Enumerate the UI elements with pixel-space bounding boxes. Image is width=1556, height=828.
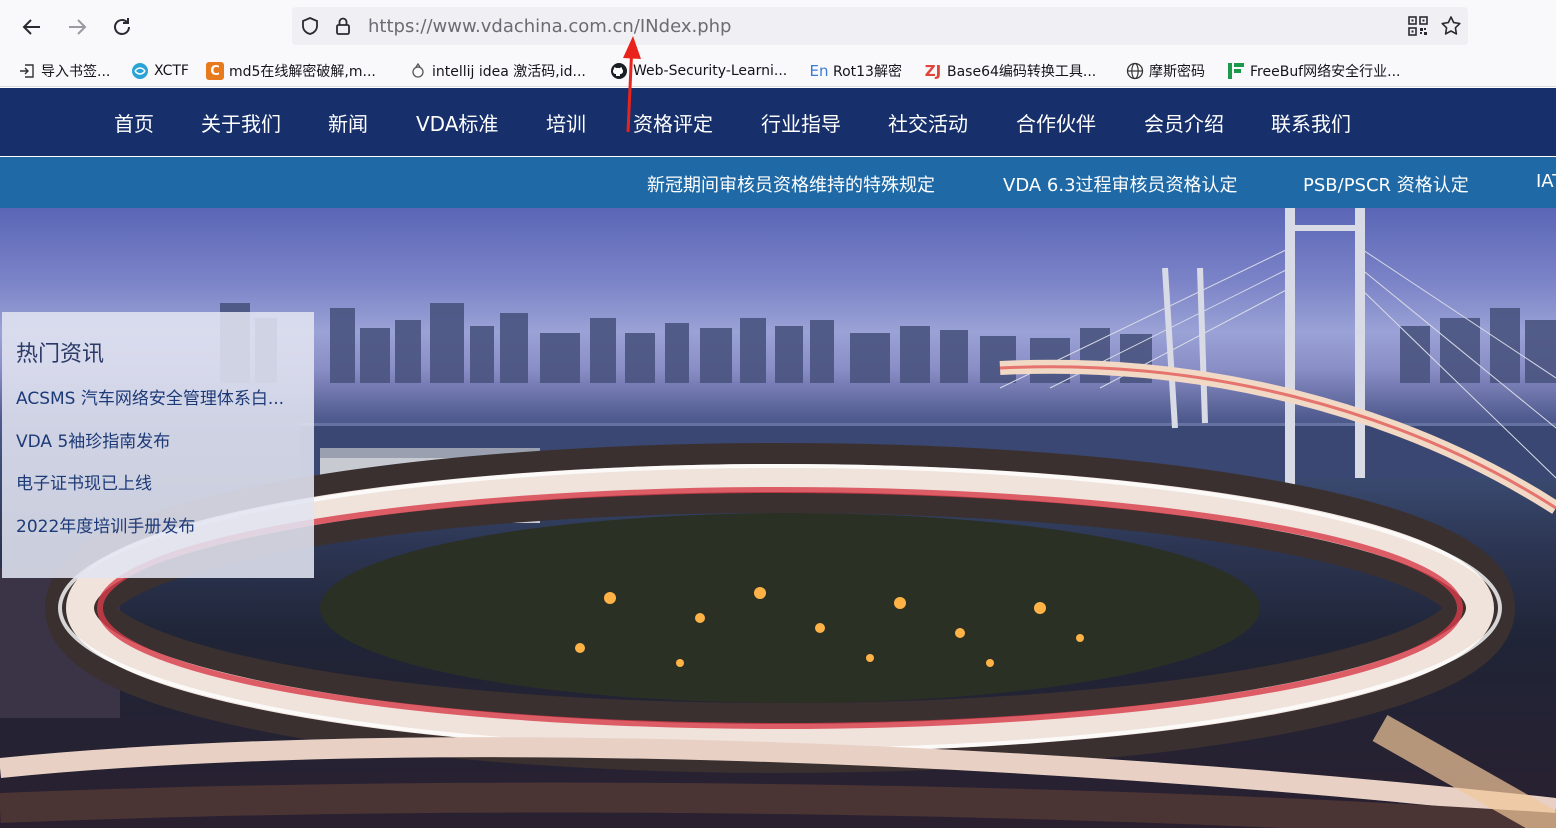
hot-news-link[interactable]: VDA 5袖珍指南发布	[16, 427, 298, 452]
reload-button[interactable]	[105, 10, 139, 44]
address-bar[interactable]: https://www.vdachina.com.cn/INdex.php	[292, 7, 1468, 45]
bookmark-label: Base64编码转换工具...	[947, 64, 1097, 80]
nav-item-about[interactable]: 关于我们	[201, 108, 281, 137]
forward-arrow-icon	[69, 19, 87, 35]
cmd5-icon: C	[206, 62, 224, 80]
nav-item-members[interactable]: 会员介绍	[1144, 108, 1224, 137]
shield-icon[interactable]	[300, 16, 320, 40]
bookmark-label: 导入书签...	[41, 64, 111, 80]
nav-item-industry-guidance[interactable]: 行业指导	[761, 108, 841, 137]
freebuf-icon	[1227, 62, 1245, 80]
bookmark-rot13[interactable]: En Rot13解密	[810, 60, 902, 82]
nav-item-social-events[interactable]: 社交活动	[888, 108, 968, 137]
bookmarks-bar: 导入书签... XCTF Cmd5在线解密破解,m... intellij id…	[0, 56, 1556, 87]
base64-icon: ZJ	[924, 62, 942, 80]
github-icon	[610, 62, 628, 80]
import-icon	[18, 62, 36, 80]
main-nav: 首页 关于我们 新闻 VDA标准 培训 资格评定 行业指导 社交活动 合作伙伴 …	[0, 88, 1556, 156]
nav-item-training[interactable]: 培训	[546, 108, 586, 137]
hot-news-title: 热门资讯	[16, 342, 105, 367]
bookmark-github[interactable]: Web-Security-Learni...	[610, 60, 787, 82]
back-button[interactable]	[15, 10, 49, 44]
xctf-icon	[131, 62, 149, 80]
bookmark-label: Rot13解密	[833, 64, 902, 80]
nav-item-contact[interactable]: 联系我们	[1271, 108, 1351, 137]
bookmark-label: 摩斯密码	[1149, 64, 1205, 80]
sub-nav: 新冠期间审核员资格维持的特殊规定 VDA 6.3过程审核员资格认定 PSB/PS…	[0, 157, 1556, 208]
hot-news-link[interactable]: 电子证书现已上线	[16, 469, 298, 494]
subnav-item[interactable]: IAT	[1536, 171, 1556, 192]
bookmark-morse[interactable]: 摩斯密码	[1126, 60, 1205, 82]
subnav-item[interactable]: VDA 6.3过程审核员资格认定	[1003, 171, 1238, 197]
url-path: INdex.php	[639, 16, 732, 37]
url-domain: https://www.vdachina.com.cn/	[368, 16, 640, 37]
nav-item-vda-standards[interactable]: VDA标准	[416, 108, 498, 137]
bookmark-label: XCTF	[154, 63, 189, 79]
forward-button[interactable]	[60, 10, 94, 44]
rot13-icon: En	[809, 62, 829, 80]
bookmark-idea[interactable]: intellij idea 激活码,id...	[409, 60, 586, 82]
url-text[interactable]: https://www.vdachina.com.cn/INdex.php	[368, 16, 731, 37]
bookmark-label: md5在线解密破解,m...	[229, 64, 376, 80]
hot-news-link[interactable]: ACSMS 汽车网络安全管理体系白...	[16, 384, 298, 409]
subnav-item[interactable]: 新冠期间审核员资格维持的特殊规定	[647, 171, 935, 197]
nav-item-qualification[interactable]: 资格评定	[633, 108, 713, 137]
browser-toolbar: https://www.vdachina.com.cn/INdex.php	[0, 0, 1556, 56]
bookmark-cmd5[interactable]: Cmd5在线解密破解,m...	[206, 60, 376, 82]
bookmark-import[interactable]: 导入书签...	[18, 60, 110, 82]
back-arrow-icon	[22, 19, 40, 35]
hot-news-link[interactable]: 2022年度培训手册发布	[16, 512, 298, 537]
bookmark-base64[interactable]: ZJ Base64编码转换工具...	[924, 60, 1097, 82]
nav-item-partners[interactable]: 合作伙伴	[1016, 108, 1096, 137]
reload-icon	[114, 18, 130, 35]
globe-icon	[1126, 62, 1144, 80]
bookmark-xctf[interactable]: XCTF	[131, 60, 189, 82]
nav-item-news[interactable]: 新闻	[328, 108, 368, 137]
nav-item-home[interactable]: 首页	[114, 108, 154, 137]
hot-news-panel: 热门资讯 ACSMS 汽车网络安全管理体系白... VDA 5袖珍指南发布 电子…	[2, 312, 314, 578]
bookmark-label: Web-Security-Learni...	[633, 63, 788, 79]
lock-icon[interactable]	[334, 16, 352, 40]
bookmark-star-icon[interactable]	[1440, 15, 1462, 41]
subnav-item[interactable]: PSB/PSCR 资格认定	[1303, 171, 1469, 197]
idea-icon	[409, 62, 427, 80]
bookmark-label: intellij idea 激活码,id...	[432, 64, 586, 80]
qr-code-icon[interactable]	[1408, 16, 1428, 40]
bookmark-label: FreeBuf网络安全行业...	[1250, 64, 1401, 80]
bookmark-freebuf[interactable]: FreeBuf网络安全行业...	[1227, 60, 1400, 82]
